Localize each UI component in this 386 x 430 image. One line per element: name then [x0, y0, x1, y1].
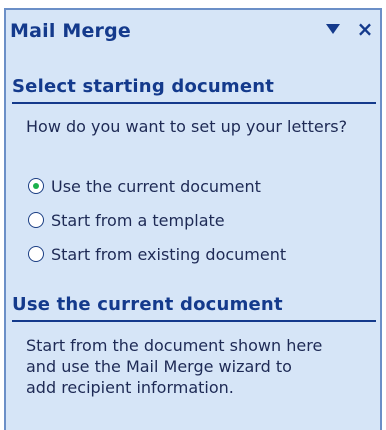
section-heading-current-document: Use the current document [12, 294, 283, 315]
radio-button[interactable] [28, 246, 44, 262]
pane-title: Mail Merge [10, 20, 132, 42]
radio-label: Use the current document [51, 176, 261, 196]
radio-label: Start from a template [51, 210, 225, 230]
radio-option-template[interactable]: Start from a template [28, 208, 225, 232]
detail-description: Start from the document shown here and u… [26, 336, 323, 397]
radio-button-selected[interactable] [28, 178, 44, 194]
pane-body: Select starting document How do you want… [6, 50, 380, 430]
mail-merge-task-pane: Mail Merge × Select starting document Ho… [4, 8, 382, 430]
radio-button[interactable] [28, 212, 44, 228]
section-divider [12, 320, 376, 322]
radio-option-current-document[interactable]: Use the current document [28, 174, 261, 198]
radio-option-existing-document[interactable]: Start from existing document [28, 242, 286, 266]
section-heading-select: Select starting document [12, 76, 275, 97]
close-icon[interactable]: × [354, 16, 376, 42]
pane-titlebar: Mail Merge × [6, 10, 380, 50]
section-divider [12, 102, 376, 104]
setup-question: How do you want to set up your letters? [26, 117, 348, 136]
radio-label: Start from existing document [51, 244, 287, 264]
triangle-down-icon[interactable] [326, 24, 340, 34]
